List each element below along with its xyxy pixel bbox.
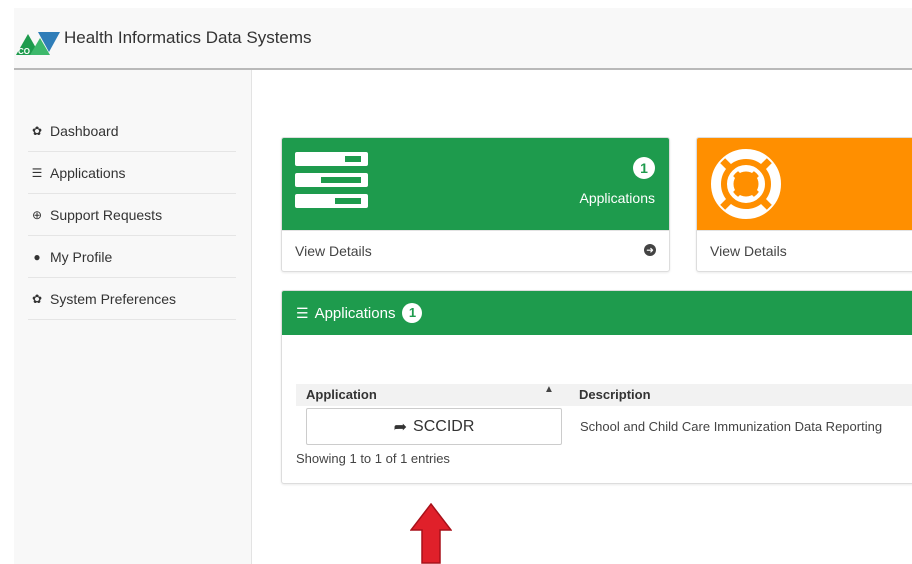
sidebar-item-label: Applications	[50, 164, 126, 181]
svg-text:CO: CO	[18, 47, 30, 56]
share-arrow-icon: ➦	[393, 418, 408, 436]
column-header-application[interactable]: Application	[306, 387, 377, 402]
applications-panel: ☰ Applications 1 Application ▲ Descripti…	[281, 290, 912, 484]
sidebar-item-dashboard[interactable]: ✿ Dashboard	[28, 110, 236, 152]
top-navbar: CO Health Informatics Data Systems	[14, 8, 912, 70]
sidebar-item-system-preferences[interactable]: ✿ System Preferences	[28, 278, 236, 320]
gears-icon: ✿	[31, 291, 43, 306]
panel-title: Applications	[314, 304, 396, 322]
support-card-header	[697, 138, 912, 230]
gear-icon: ✿	[31, 123, 43, 138]
applications-view-details-link[interactable]: View Details ➜	[282, 230, 669, 271]
applications-count-badge: 1	[402, 303, 423, 323]
sidebar-item-label: Support Requests	[50, 206, 163, 223]
user-icon: ●	[33, 249, 41, 264]
table-header: Application ▲ Description	[296, 384, 912, 406]
table-info: Showing 1 to 1 of 1 entries	[296, 451, 450, 466]
applications-count-badge: 1	[633, 157, 655, 179]
support-requests-card: View Details	[696, 137, 912, 272]
column-header-description[interactable]: Description	[579, 387, 651, 402]
applications-card-label: Applications	[579, 190, 656, 206]
arrow-circle-right-icon: ➜	[644, 244, 656, 256]
sidebar-item-label: Dashboard	[50, 122, 119, 139]
view-details-label: View Details	[710, 243, 787, 259]
list-icon	[295, 152, 368, 208]
sort-ascending-icon[interactable]: ▲	[544, 384, 554, 395]
applications-panel-header: ☰ Applications 1	[282, 291, 912, 335]
brand-title[interactable]: Health Informatics Data Systems	[64, 28, 312, 48]
launch-sccidr-button[interactable]: ➦ SCCIDR	[306, 408, 562, 445]
sidebar-menu: ✿ Dashboard ☰ Applications ⊕ Support Req…	[28, 110, 236, 320]
list-icon: ☰	[296, 304, 309, 321]
view-details-label: View Details	[295, 243, 372, 259]
application-name: SCCIDR	[413, 417, 475, 435]
lifebuoy-icon: ⊕	[31, 207, 43, 222]
sidebar-item-label: System Preferences	[50, 290, 177, 307]
applications-card: 1 Applications View Details ➜	[281, 137, 670, 272]
lifebuoy-icon	[711, 149, 781, 219]
applications-card-header: 1 Applications	[282, 138, 669, 230]
sidebar-item-my-profile[interactable]: ● My Profile	[28, 236, 236, 278]
sidebar-item-support-requests[interactable]: ⊕ Support Requests	[28, 194, 236, 236]
application-description: School and Child Care Immunization Data …	[580, 419, 883, 434]
list-icon: ☰	[31, 165, 43, 180]
support-view-details-link[interactable]: View Details	[697, 230, 912, 271]
sidebar-item-applications[interactable]: ☰ Applications	[28, 152, 236, 194]
sidebar-item-label: My Profile	[50, 248, 113, 265]
red-up-arrow-annotation	[410, 503, 452, 564]
colorado-logo-icon[interactable]: CO	[16, 28, 60, 56]
